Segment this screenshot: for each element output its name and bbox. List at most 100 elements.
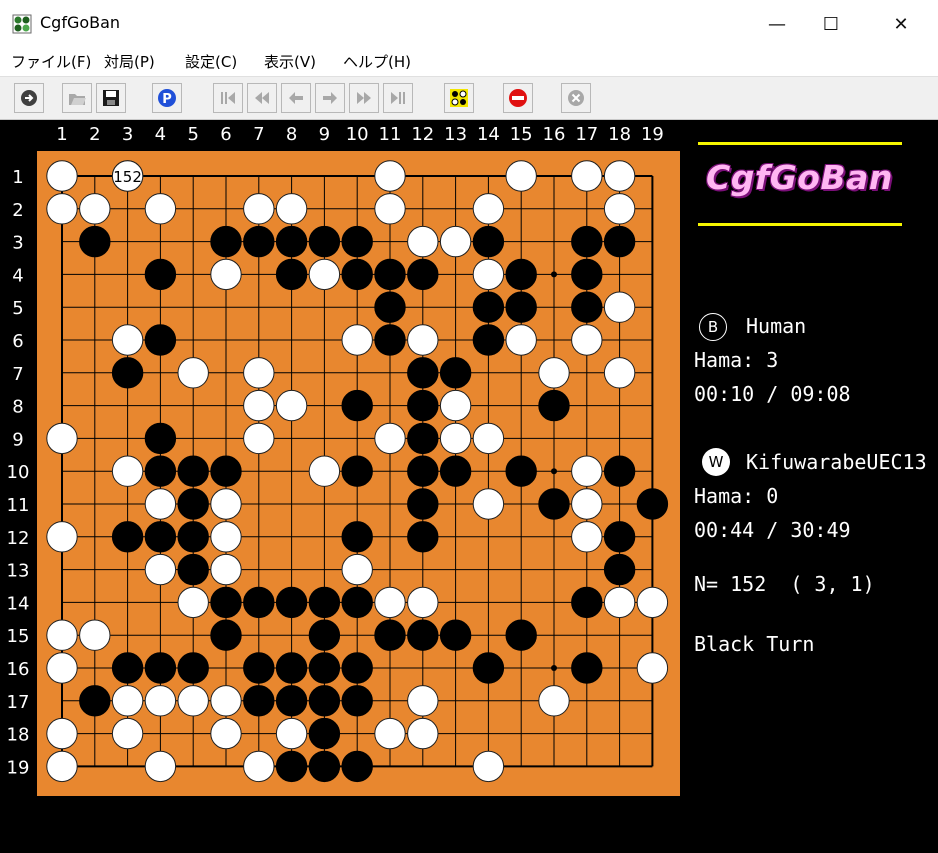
maximize-button[interactable]: ☐ <box>808 0 854 48</box>
white-stone <box>275 193 308 225</box>
white-stone <box>111 685 144 717</box>
white-stone <box>407 586 439 619</box>
stop-button[interactable] <box>503 83 533 113</box>
black-stone <box>341 586 373 619</box>
white-stone <box>144 193 177 225</box>
row-label: 5 <box>12 298 23 319</box>
white-stone <box>374 160 406 192</box>
row-label: 14 <box>7 593 30 614</box>
black-time: 00:10 / 09:08 <box>694 382 851 406</box>
save-button[interactable] <box>96 83 126 113</box>
black-stone <box>144 258 177 291</box>
white-stone <box>210 685 242 717</box>
menu-file[interactable]: ファイル(F) <box>11 51 91 72</box>
row-label: 15 <box>7 626 30 647</box>
star-point <box>551 271 557 278</box>
black-stone <box>341 652 373 684</box>
cancel-button[interactable] <box>561 83 591 113</box>
white-stone <box>177 685 209 717</box>
white-stone <box>505 324 537 356</box>
top-divider <box>698 142 902 145</box>
row-label: 6 <box>12 331 23 352</box>
black-stone <box>341 225 373 258</box>
close-icon: ✕ <box>893 13 909 35</box>
black-stone <box>275 225 308 258</box>
white-stone <box>374 717 406 750</box>
white-stone <box>571 160 603 192</box>
row-label: 9 <box>12 429 23 450</box>
black-stone <box>472 291 505 323</box>
column-label: 5 <box>187 124 198 145</box>
white-stone <box>603 357 636 389</box>
menu-help[interactable]: ヘルプ(H) <box>343 51 411 72</box>
last-move-number: 152 <box>113 168 142 186</box>
close-button[interactable]: ✕ <box>878 0 924 48</box>
minimize-button[interactable]: — <box>754 0 800 48</box>
black-stone <box>603 553 636 586</box>
white-stone <box>341 324 373 356</box>
white-stone <box>46 422 78 455</box>
white-stone <box>210 717 242 750</box>
black-stone <box>571 586 603 619</box>
black-stone <box>243 586 275 619</box>
board-setup-button[interactable] <box>444 83 474 113</box>
black-player-name: Human <box>746 314 807 338</box>
title-bar: CgfGoBan — ☐ ✕ <box>0 0 938 48</box>
black-stone <box>341 258 373 291</box>
column-label: 13 <box>444 124 467 145</box>
back-one-button[interactable] <box>281 83 311 113</box>
black-stone <box>439 357 472 389</box>
white-stone <box>603 160 636 192</box>
white-stone <box>603 586 636 619</box>
black-stone <box>210 619 242 651</box>
white-stone <box>472 488 505 520</box>
white-stone <box>210 521 242 553</box>
forward-one-button[interactable] <box>315 83 345 113</box>
white-stone <box>571 488 603 520</box>
info-panel: CgfGoBan B Human Hama: 3 00:10 / 09:08 W… <box>680 120 938 853</box>
column-label: 8 <box>286 124 297 145</box>
row-label: 4 <box>12 265 23 286</box>
row-label: 13 <box>7 561 30 582</box>
back-ten-button[interactable] <box>247 83 277 113</box>
white-stone <box>144 553 177 586</box>
white-stone <box>46 193 78 225</box>
bottom-divider <box>698 223 902 226</box>
white-stone <box>636 652 669 684</box>
row-label: 11 <box>7 495 30 516</box>
white-time: 00:44 / 30:49 <box>694 518 851 542</box>
menu-game[interactable]: 対局(P) <box>104 51 155 72</box>
black-stone <box>243 225 275 258</box>
white-stone <box>472 193 505 225</box>
menu-settings[interactable]: 設定(C) <box>185 51 237 72</box>
white-stone <box>571 455 603 487</box>
pass-back-button[interactable] <box>14 83 44 113</box>
black-stone <box>341 389 373 422</box>
white-stone <box>79 193 111 225</box>
menu-view[interactable]: 表示(V) <box>264 51 316 72</box>
last-move-button[interactable] <box>383 83 413 113</box>
white-stone-icon: W <box>702 448 730 476</box>
black-stone <box>374 619 406 651</box>
black-stone <box>407 455 439 487</box>
forward-ten-button[interactable] <box>349 83 379 113</box>
white-stone <box>472 750 505 783</box>
game-area: 1 2 3 4 5 6 7 8 9 10 11 12 13 14 15 16 17 18 19 1 2 3 4 5 6 7 8 9 10… <box>0 120 938 853</box>
white-stone <box>439 389 472 422</box>
stop-sign-icon <box>509 89 527 107</box>
white-stone <box>243 422 275 455</box>
white-stone <box>177 586 209 619</box>
column-label: 3 <box>122 124 133 145</box>
black-stone <box>144 521 177 553</box>
black-stone <box>439 455 472 487</box>
black-stone <box>439 619 472 651</box>
go-board[interactable]: 1 2 3 4 5 6 7 8 9 10 11 12 13 14 15 16 17 18 1912345678910… <box>0 120 680 853</box>
open-button[interactable] <box>62 83 92 113</box>
row-label: 8 <box>12 397 23 418</box>
black-stone <box>472 324 505 356</box>
white-stone <box>144 750 177 783</box>
black-stone <box>177 521 209 553</box>
first-move-button[interactable] <box>213 83 243 113</box>
black-stone <box>275 586 308 619</box>
pass-button[interactable]: P <box>152 83 182 113</box>
